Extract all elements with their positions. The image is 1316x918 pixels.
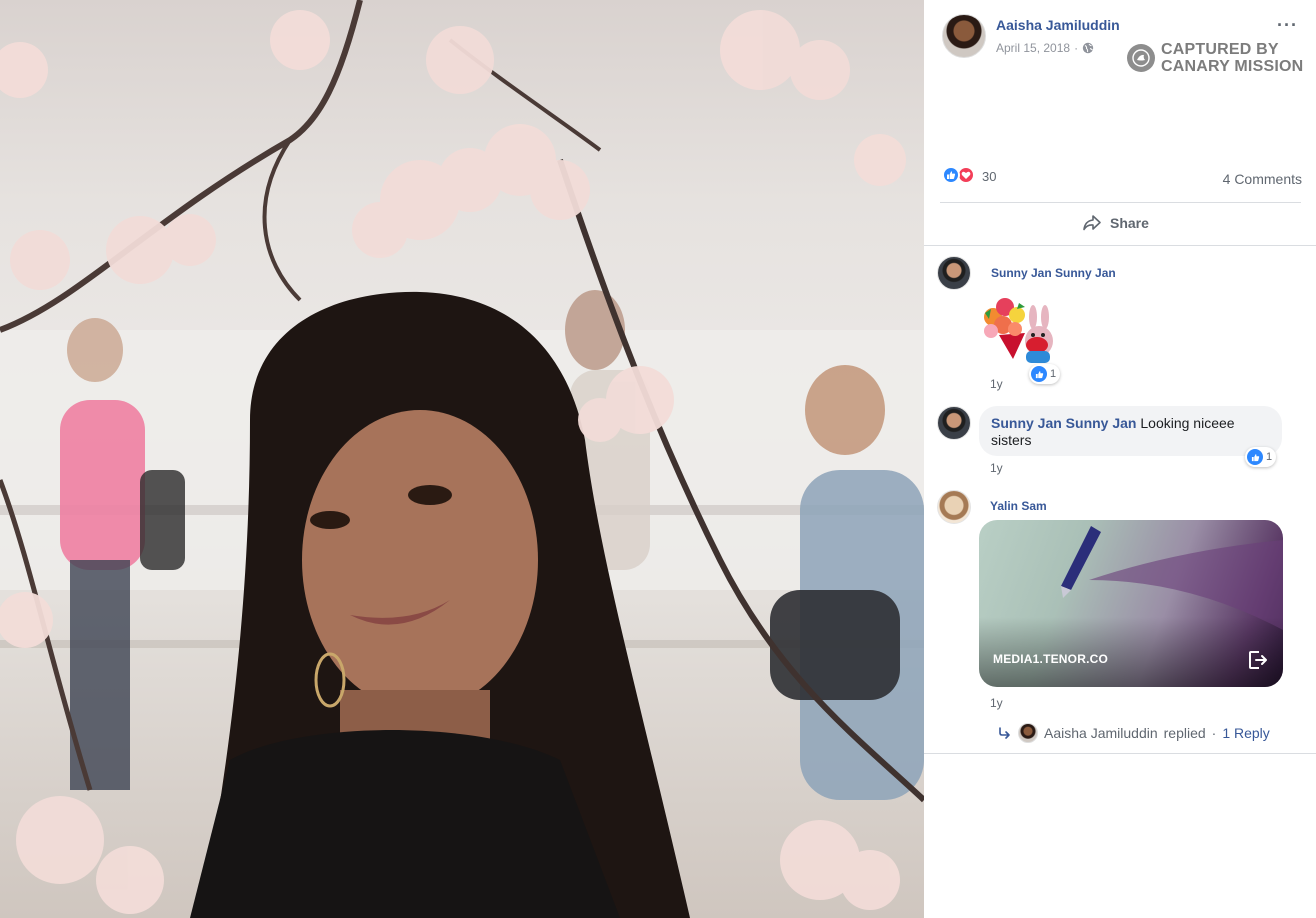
comment-reaction-badge[interactable]: 1 [1245,447,1277,467]
post-date[interactable]: April 15, 2018 [996,41,1070,55]
gif-attachment[interactable]: MEDIA1.TENOR.CO [979,520,1283,687]
watermark-logo [1127,44,1155,72]
divider [924,245,1316,246]
replies-row[interactable]: Aaisha Jamiluddin replied · 1 Reply [998,722,1270,744]
share-label: Share [1110,215,1149,231]
photo-scene [0,0,924,918]
post-side-panel: Aaisha Jamiluddin April 15, 2018 · ··· C… [924,0,1316,918]
comment-reaction-badge[interactable]: 1 [1029,364,1061,384]
comment-time[interactable]: 1y [990,696,1003,710]
reaction-icons[interactable] [942,166,975,184]
comment-time[interactable]: 1y [990,377,1003,391]
flowers-bunny-sticker [984,298,1053,363]
comment-bubble: Sunny Jan Sunny Jan Looking niceee siste… [979,406,1282,456]
comment-time[interactable]: 1y [990,461,1003,475]
share-arrow-icon [1083,215,1101,231]
reply-separator: · [1211,725,1217,741]
post-meta: April 15, 2018 · [996,41,1094,55]
commenter-name[interactable]: Sunny Jan Sunny Jan [991,415,1136,431]
replier-name: Aaisha Jamiluddin [1044,725,1158,741]
commenter-avatar[interactable] [937,406,971,440]
like-reaction-icon [1247,449,1263,465]
comments-count[interactable]: 4 Comments [1223,171,1302,187]
divider [940,202,1301,203]
commenter-avatar[interactable] [937,490,971,524]
commenter-avatar[interactable] [937,256,971,290]
commenter-name[interactable]: Yalin Sam [990,499,1047,513]
post-photo[interactable] [0,0,924,918]
watermark: CAPTURED BY CANARY MISSION [1127,40,1307,76]
open-external-icon[interactable] [1247,649,1269,671]
reaction-count: 1 [1050,368,1057,380]
watermark-text: CAPTURED BY CANARY MISSION [1161,41,1304,75]
like-reaction-icon [1031,366,1047,382]
globe-icon[interactable] [1082,42,1094,54]
canary-bird-icon [1132,49,1150,67]
replied-label: replied [1163,725,1206,741]
share-button[interactable]: Share [1082,211,1149,235]
reply-arrow-icon [999,727,1010,739]
divider [924,753,1316,754]
gif-source-domain: MEDIA1.TENOR.CO [993,652,1109,666]
author-avatar[interactable] [942,14,986,58]
author-name[interactable]: Aaisha Jamiluddin [996,17,1120,33]
meta-separator: · [1074,41,1079,55]
reaction-count[interactable]: 30 [982,169,996,184]
like-reaction-icon [942,166,960,184]
commenter-name[interactable]: Sunny Jan Sunny Jan [991,266,1116,280]
reaction-count: 1 [1266,451,1273,463]
more-options-button[interactable]: ··· [1277,16,1298,34]
replier-avatar [1018,723,1038,743]
view-replies-link[interactable]: 1 Reply [1222,725,1269,741]
reactions-row: 30 4 Comments [942,166,1302,188]
